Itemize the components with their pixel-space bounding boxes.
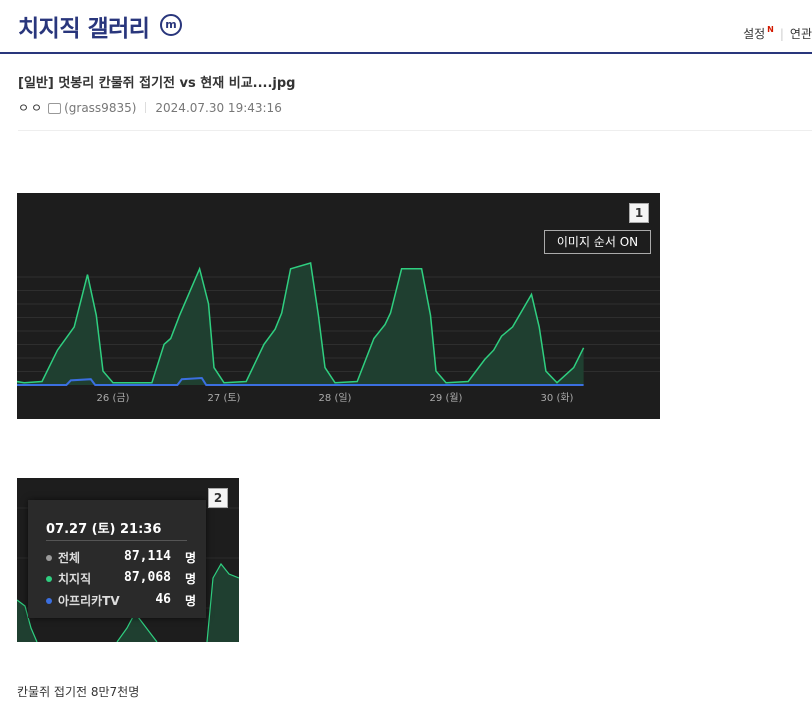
new-badge: N	[767, 25, 774, 34]
tooltip-time: 07.27 (토) 21:36	[46, 522, 162, 537]
image-number-badge: 1	[629, 203, 649, 223]
tooltip-unit: 명	[184, 594, 196, 608]
legend-dot-total	[46, 555, 52, 561]
gallery-header: 치지직 갤러리 m 설정 N | 연관	[0, 0, 812, 54]
post-body-text: 칸물쥐 접기전 8만7천명	[17, 685, 140, 699]
x-tick-label: 27 (토)	[208, 393, 241, 404]
tooltip-label: 치지직	[58, 572, 92, 586]
x-tick-label: 26 (금)	[97, 392, 130, 404]
tooltip-label: 아프리카TV	[58, 594, 120, 608]
tooltip-row: 아프리카TV 46 명	[46, 592, 196, 610]
tooltip-unit: 명	[184, 551, 196, 565]
tooltip-row: 전체 87,114 명	[46, 549, 196, 567]
fixed-nick-icon	[48, 103, 62, 114]
related-link[interactable]: 연관	[790, 27, 812, 41]
meta-separator	[145, 102, 147, 113]
x-tick-label: 29 (월)	[430, 392, 463, 404]
tooltip-value: 87,114	[124, 549, 171, 564]
post-divider	[18, 130, 812, 131]
post-image-1[interactable]: 26 (금) 27 (토) 28 (일) 29 (월) 30 (화) 1 이미지 순서 …	[17, 193, 660, 419]
author-id: (grass9835)	[64, 100, 137, 115]
image-order-button[interactable]: 이미지 순서 ON	[544, 230, 651, 254]
author-nick[interactable]: ㅇㅇ	[18, 99, 44, 116]
legend-dot-chzzk	[46, 576, 52, 582]
legend-dot-afreeca	[46, 598, 52, 604]
settings-link[interactable]: 설정	[743, 27, 765, 41]
image-number-badge: 2	[208, 488, 228, 508]
tooltip-divider	[46, 540, 187, 541]
minor-gallery-icon: m	[160, 14, 182, 36]
tooltip-label: 전체	[58, 551, 81, 565]
post-title: [일반] 멋봉리 칸물쥐 접기전 vs 현재 비교....jpg	[18, 76, 296, 91]
tooltip-value: 87,068	[124, 570, 171, 585]
post-image-2[interactable]: 07.27 (토) 21:36 전체 87,114 명 치지직 87,068 명…	[17, 478, 239, 642]
chart-tooltip: 07.27 (토) 21:36 전체 87,114 명 치지직 87,068 명…	[28, 500, 206, 618]
gallery-title[interactable]: 치지직 갤러리	[18, 9, 150, 43]
link-separator: |	[779, 27, 784, 41]
tooltip-row: 치지직 87,068 명	[46, 570, 196, 588]
x-tick-label: 28 (일)	[319, 392, 352, 404]
post-datetime: 2024.07.30 19:43:16	[155, 100, 282, 115]
x-tick-label: 30 (화)	[541, 392, 574, 404]
tooltip-value: 46	[155, 592, 171, 607]
viewer-trend-chart: 26 (금) 27 (토) 28 (일) 29 (월) 30 (화)	[17, 262, 660, 404]
header-links: 설정 N | 연관	[743, 25, 812, 42]
post-meta: ㅇㅇ (grass9835) 2024.07.30 19:43:16	[18, 99, 282, 116]
tooltip-unit: 명	[184, 572, 196, 586]
